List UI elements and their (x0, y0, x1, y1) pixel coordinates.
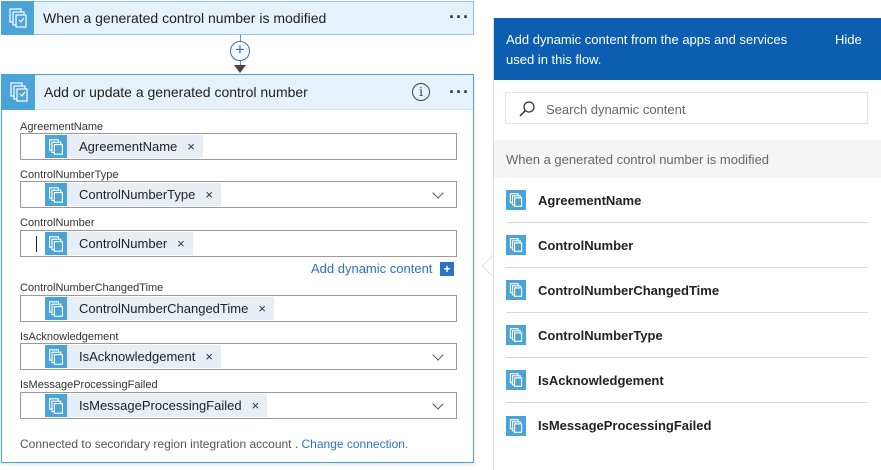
token-label: AgreementName (79, 139, 178, 154)
field-label-is-acknowledgement: IsAcknowledgement (20, 331, 119, 343)
agreement-name-field[interactable]: AgreementName × (20, 133, 457, 160)
field-label-control-number-type: ControlNumberType (20, 169, 119, 181)
add-dynamic-content-icon[interactable]: + (440, 262, 454, 276)
field-label-agreement-name: AgreementName (20, 121, 104, 133)
integration-account-icon (506, 280, 526, 300)
change-connection-link[interactable]: Change connection. (302, 437, 409, 451)
dynamic-item-label: ControlNumberType (538, 327, 663, 343)
dynamic-item-label: IsAcknowledgement (538, 372, 664, 388)
token-label: ControlNumber (79, 236, 168, 251)
dynamic-item-control-number[interactable]: ControlNumber (506, 223, 868, 268)
chevron-down-icon[interactable] (432, 398, 444, 410)
dynamic-content-panel: Add dynamic content from the apps and se… (493, 18, 881, 470)
remove-token-icon[interactable]: × (177, 236, 185, 251)
integration-account-icon (45, 183, 67, 206)
dynamic-token[interactable]: ControlNumberChangedTime × (45, 297, 274, 320)
token-label: ControlNumberChangedTime (79, 301, 249, 316)
integration-account-icon (2, 74, 35, 110)
remove-token-icon[interactable]: × (205, 349, 213, 364)
field-label-is-message-processing-failed: IsMessageProcessingFailed (20, 379, 158, 391)
arrow-down-icon (234, 65, 246, 73)
search-area (494, 80, 881, 140)
search-input[interactable] (546, 99, 846, 119)
trigger-title: When a generated control number is modif… (43, 10, 327, 26)
integration-account-icon (506, 190, 526, 210)
remove-token-icon[interactable]: × (205, 187, 213, 202)
control-number-type-field[interactable]: ControlNumberType × (20, 181, 457, 208)
dynamic-item-is-acknowledgement[interactable]: IsAcknowledgement (506, 358, 868, 403)
hide-button[interactable]: Hide (835, 32, 862, 47)
connection-info: Connected to secondary region integratio… (20, 437, 408, 451)
integration-account-icon (506, 325, 526, 345)
field-label-control-number-changed-time: ControlNumberChangedTime (20, 282, 164, 294)
dynamic-item-agreement-name[interactable]: AgreementName (506, 178, 868, 223)
dynamic-item-control-number-changed-time[interactable]: ControlNumberChangedTime (506, 268, 868, 313)
dynamic-item-is-message-processing-failed[interactable]: IsMessageProcessingFailed (506, 403, 868, 448)
dynamic-token[interactable]: ControlNumber × (45, 232, 193, 255)
section-title: When a generated control number is modif… (506, 152, 770, 167)
dynamic-token[interactable]: IsMessageProcessingFailed × (45, 394, 268, 417)
dynamic-item-control-number-type[interactable]: ControlNumberType (506, 313, 868, 358)
trigger-more-icon[interactable]: ··· (449, 8, 470, 26)
dynamic-content-header: Add dynamic content from the apps and se… (494, 18, 881, 80)
dynamic-token[interactable]: AgreementName × (45, 135, 203, 158)
control-number-changed-time-field[interactable]: ControlNumberChangedTime × (20, 295, 457, 322)
dynamic-item-label: IsMessageProcessingFailed (538, 418, 712, 433)
dynamic-token[interactable]: IsAcknowledgement × (45, 345, 221, 368)
token-label: IsAcknowledgement (79, 349, 196, 364)
is-message-processing-failed-field[interactable]: IsMessageProcessingFailed × (20, 392, 457, 419)
dynamic-token[interactable]: ControlNumberType × (45, 183, 221, 206)
search-icon (518, 100, 536, 121)
integration-account-icon (45, 297, 67, 320)
integration-account-icon (45, 345, 67, 368)
trigger-card[interactable]: When a generated control number is modif… (1, 0, 474, 35)
token-label: ControlNumberType (79, 187, 196, 202)
field-label-control-number: ControlNumber (20, 217, 95, 229)
action-header[interactable]: Add or update a generated control number… (2, 74, 473, 110)
integration-account-icon (45, 232, 67, 255)
dynamic-item-label: ControlNumberChangedTime (538, 282, 720, 298)
search-box[interactable] (505, 92, 868, 124)
remove-token-icon[interactable]: × (252, 398, 260, 413)
integration-account-icon (1, 0, 34, 35)
remove-token-icon[interactable]: × (258, 301, 266, 316)
chevron-down-icon[interactable] (432, 187, 444, 199)
integration-account-icon (506, 370, 526, 390)
dynamic-content-list: AgreementName ControlNumber ControlNumbe… (494, 178, 881, 470)
chevron-down-icon[interactable] (432, 349, 444, 361)
info-icon[interactable]: i (412, 83, 430, 101)
dynamic-item-label: AgreementName (538, 192, 642, 208)
integration-account-icon (45, 394, 67, 417)
action-title: Add or update a generated control number (44, 84, 308, 100)
connection-text: Connected to secondary region integratio… (20, 437, 302, 451)
action-more-icon[interactable]: ··· (449, 83, 470, 101)
text-cursor (36, 236, 37, 252)
action-card: Add or update a generated control number… (1, 74, 474, 463)
integration-account-icon (506, 235, 526, 255)
remove-token-icon[interactable]: × (187, 139, 195, 154)
integration-account-icon (45, 135, 67, 158)
add-dynamic-content-link[interactable]: Add dynamic content (311, 261, 432, 276)
token-label: IsMessageProcessingFailed (79, 398, 242, 413)
integration-account-icon (506, 415, 526, 436)
insert-step-button[interactable]: + (230, 41, 250, 61)
is-acknowledgement-field[interactable]: IsAcknowledgement × (20, 343, 457, 370)
dynamic-content-message: Add dynamic content from the apps and se… (506, 32, 788, 67)
dynamic-item-label: ControlNumber (538, 237, 634, 253)
control-number-field[interactable]: ControlNumber × (20, 230, 457, 257)
